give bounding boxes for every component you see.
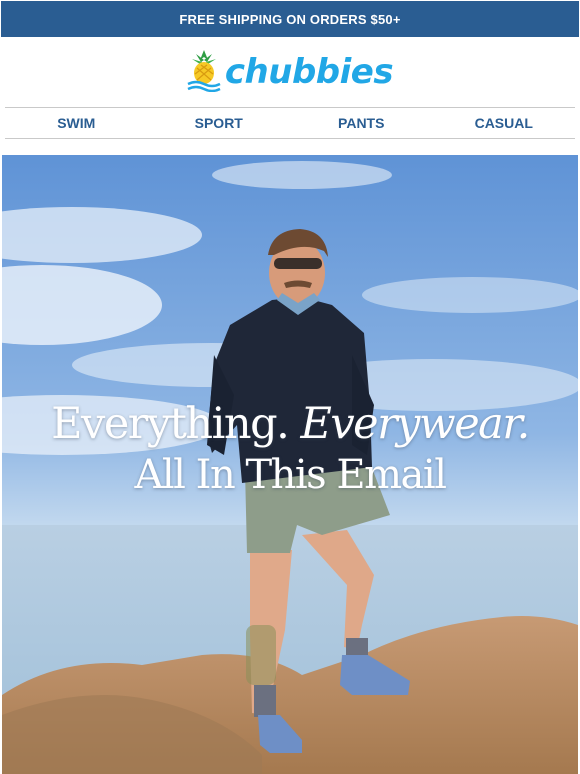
headline-everything: Everything.: [51, 399, 290, 449]
nav-item-casual[interactable]: CASUAL: [433, 115, 576, 131]
headline-line-1: Everything. Everywear.: [2, 398, 578, 450]
headline-line-2: All In This Email: [134, 452, 447, 498]
brand-wordmark: chubbies: [224, 52, 394, 92]
pineapple-icon: [187, 48, 221, 97]
header-logo-row: chubbies: [0, 37, 580, 107]
category-nav: SWIM SPORT PANTS CASUAL: [5, 107, 575, 139]
nav-item-swim[interactable]: SWIM: [5, 115, 148, 131]
nav-item-pants[interactable]: PANTS: [290, 115, 433, 131]
headline-everywear: Everywear.: [300, 399, 530, 449]
promo-banner[interactable]: FREE SHIPPING ON ORDERS $50+: [1, 1, 579, 37]
promo-text: FREE SHIPPING ON ORDERS $50+: [179, 11, 401, 27]
brand-logo[interactable]: chubbies: [187, 48, 394, 97]
hero-headline: Everything. Everywear. All In This Email: [2, 398, 578, 500]
nav-item-sport[interactable]: SPORT: [148, 115, 291, 131]
